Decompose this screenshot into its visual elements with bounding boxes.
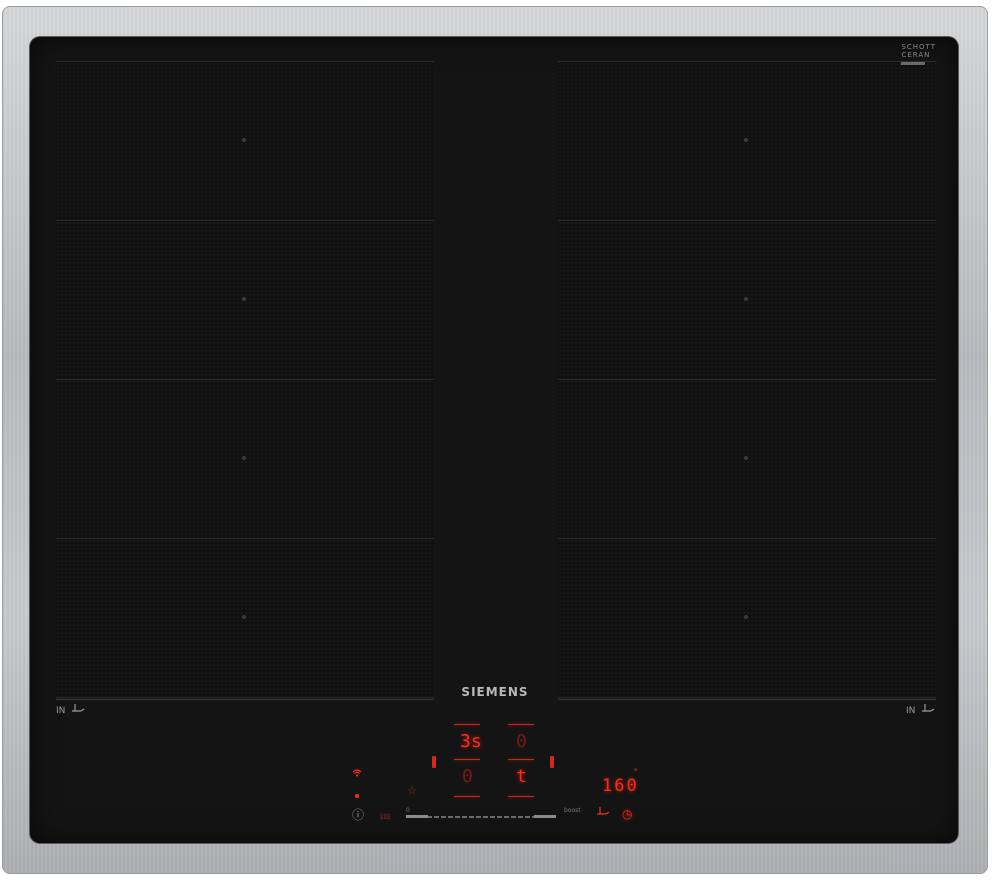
cooking-zone-right-1[interactable] — [558, 62, 936, 221]
right-zone-level-display[interactable]: 0 — [516, 733, 527, 751]
left-display-top-line — [454, 724, 480, 725]
status-led — [355, 794, 359, 798]
slider-start-label: 0 — [406, 807, 410, 814]
brand-logo: SIEMENS — [461, 685, 529, 699]
zone-center-mark — [242, 138, 246, 142]
left-zone-label: IN — [56, 704, 85, 717]
timer-clock-icon[interactable]: ◷ — [622, 808, 632, 820]
zone-center-mark — [242, 456, 246, 460]
left-zone-label-text: IN — [56, 705, 66, 716]
glass-maker-logo: SCHOTT CERAN — [901, 43, 936, 65]
favorite-star-icon[interactable]: ☆ — [407, 785, 417, 796]
right-display-bottom-line — [508, 796, 534, 797]
left-zone-select-button[interactable] — [432, 756, 436, 768]
right-display-mid-line — [508, 759, 534, 760]
zone-center-mark — [242, 297, 246, 301]
info-icon[interactable]: ⓘ — [352, 809, 364, 821]
left-display-mid-line — [454, 759, 480, 760]
slider-end-label: boost — [564, 807, 581, 814]
cooktop-glass: SCHOTT CERAN SIEMENS IN IN 3s 0 0 t ☆ ⓘ … — [30, 37, 958, 843]
slider-start-segment — [406, 815, 428, 818]
right-display-top-line — [508, 724, 534, 725]
right-zone-label-text: IN — [906, 705, 916, 716]
pan-move-function-icon[interactable] — [596, 807, 610, 819]
cooking-zone-left-1[interactable] — [56, 62, 434, 221]
glass-maker-line2: CERAN — [901, 51, 931, 59]
power-level-slider[interactable] — [406, 815, 556, 818]
slider-end-segment — [534, 815, 556, 818]
glass-maker-line1: SCHOTT — [901, 43, 936, 51]
cooking-zone-left-4[interactable] — [56, 539, 434, 698]
zone-center-mark — [242, 615, 246, 619]
pan-move-icon[interactable] — [71, 704, 85, 717]
right-zone-second-display[interactable]: t — [516, 768, 527, 786]
wifi-icon[interactable] — [352, 769, 362, 781]
pan-move-icon[interactable] — [921, 704, 935, 717]
right-cooking-area — [558, 61, 936, 700]
cooking-zone-right-2[interactable] — [558, 221, 936, 380]
glass-maker-bar — [901, 62, 926, 65]
right-zone-bottom-line — [558, 699, 936, 700]
cooking-zone-right-3[interactable] — [558, 380, 936, 539]
cooking-zone-left-3[interactable] — [56, 380, 434, 539]
timer-readout-display[interactable]: 160 — [602, 777, 639, 795]
zone-center-mark — [744, 456, 748, 460]
zone-center-mark — [744, 138, 748, 142]
right-zone-select-button[interactable] — [550, 756, 554, 768]
left-zone-second-display[interactable]: 0 — [462, 768, 473, 786]
child-lock-icon[interactable]: ⅏ — [380, 811, 390, 822]
cooking-zone-left-2[interactable] — [56, 221, 434, 380]
left-display-bottom-line — [454, 796, 480, 797]
temperature-unit-icon: ° — [634, 768, 638, 776]
right-zone-label: IN — [906, 704, 935, 717]
left-zone-level-display[interactable]: 3s — [460, 733, 482, 751]
zone-center-mark — [744, 615, 748, 619]
left-cooking-area — [56, 61, 434, 700]
cooking-zone-right-4[interactable] — [558, 539, 936, 698]
zone-center-mark — [744, 297, 748, 301]
left-zone-bottom-line — [56, 699, 434, 700]
